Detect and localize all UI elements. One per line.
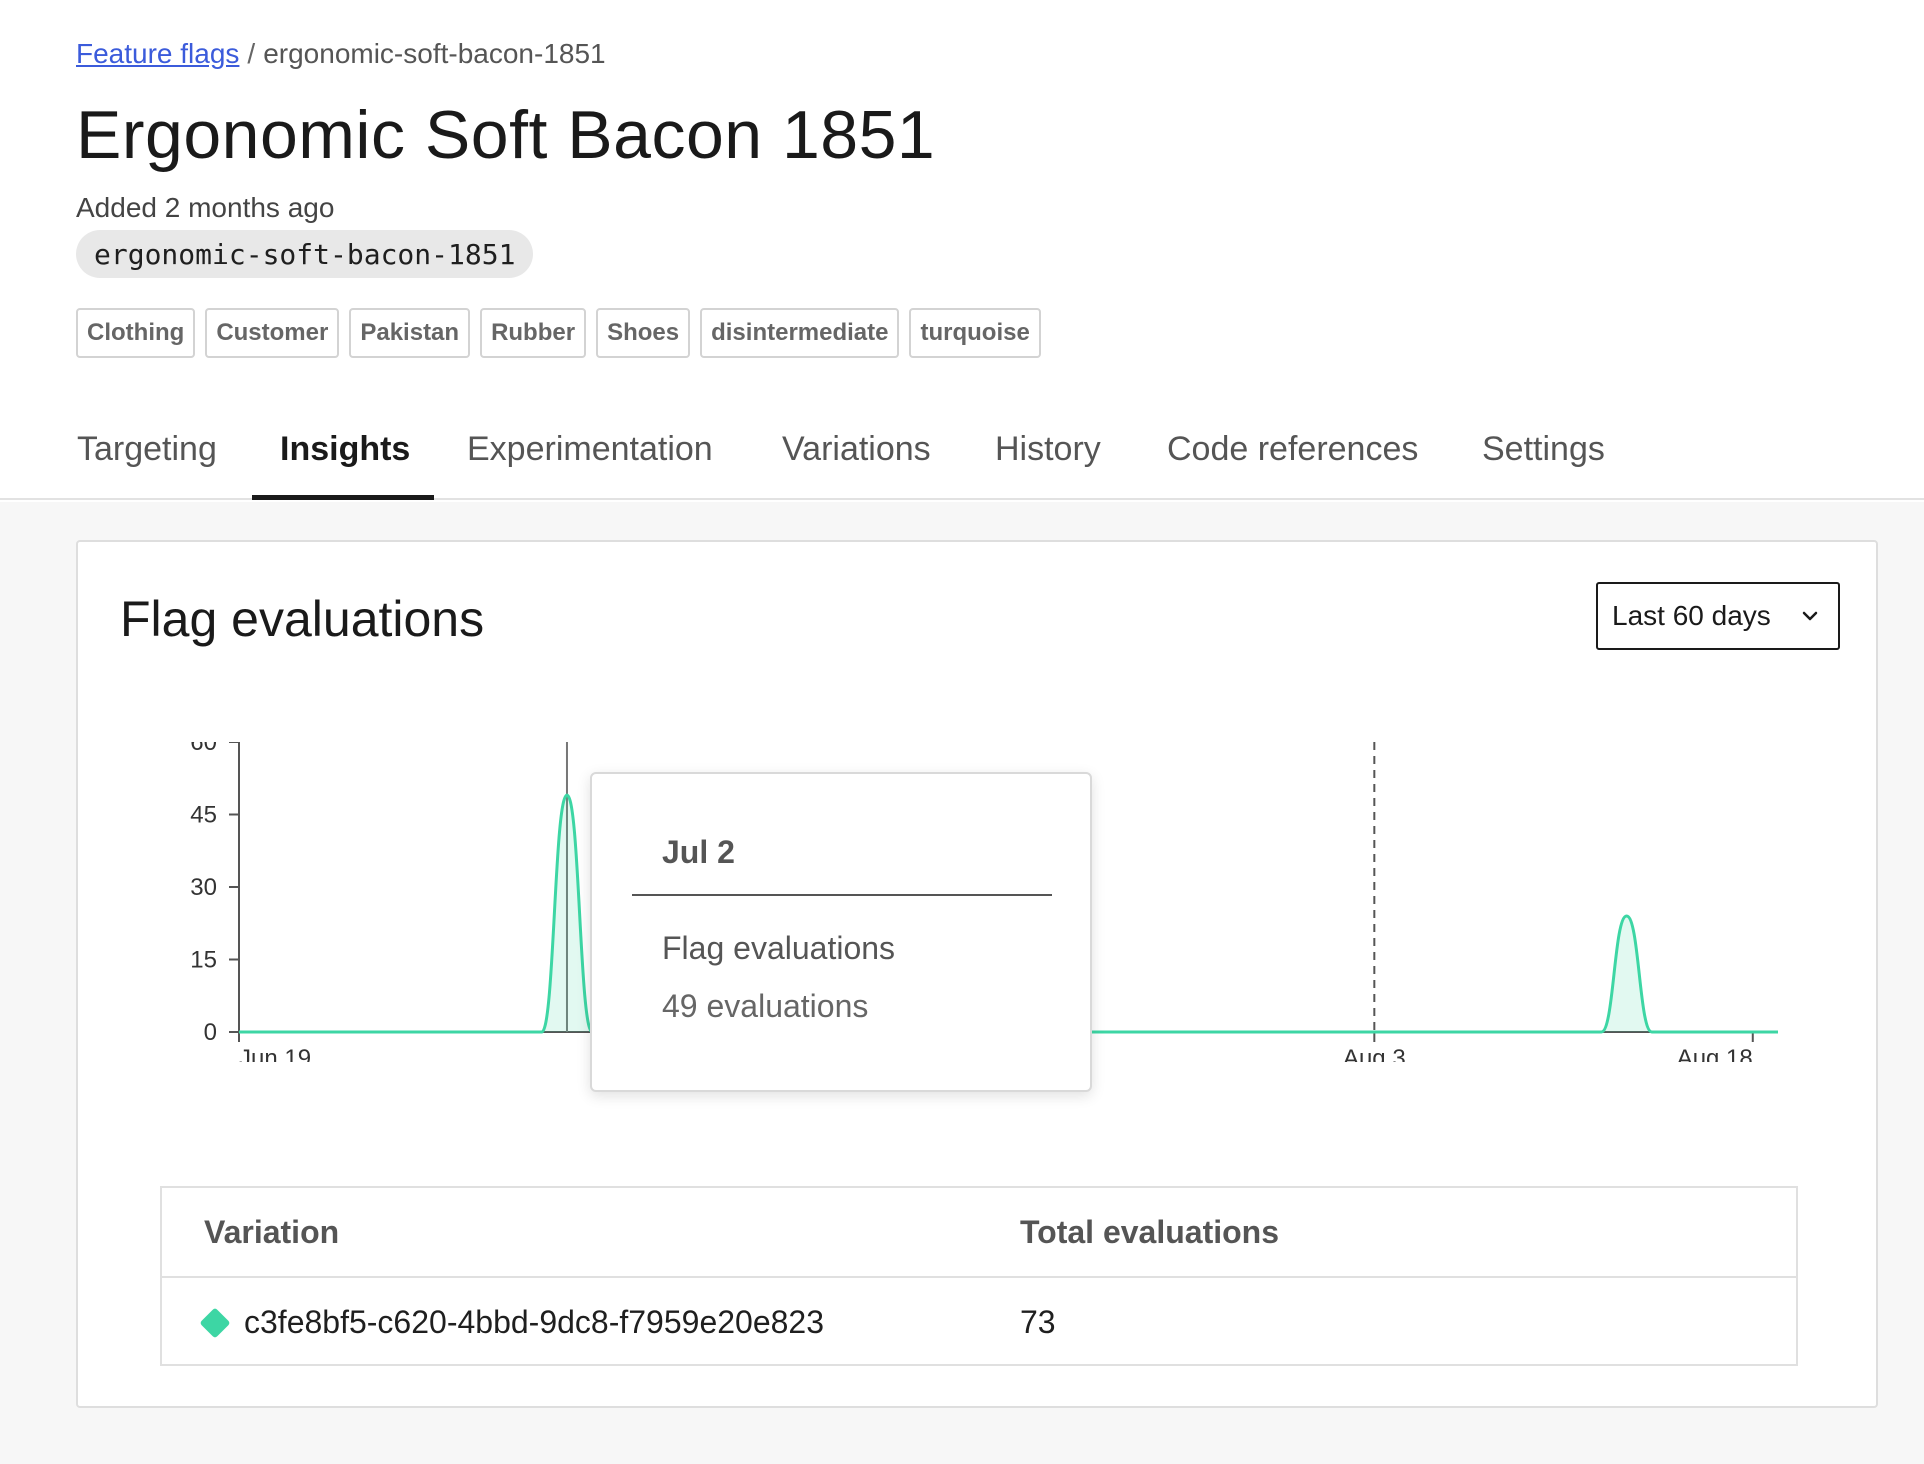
column-header-variation: Variation: [204, 1214, 340, 1250]
added-date: Added 2 months ago: [76, 192, 335, 223]
tooltip-divider: [632, 894, 1052, 896]
flag-key-pill[interactable]: ergonomic-soft-bacon-1851: [76, 230, 534, 278]
active-tab-indicator: [252, 495, 434, 500]
variation-total: 73: [1020, 1304, 1056, 1340]
tag[interactable]: disintermediate: [700, 308, 900, 358]
column-header-total: Total evaluations: [1020, 1214, 1280, 1250]
tab-variations[interactable]: Variations: [782, 430, 931, 469]
breadcrumb-current: ergonomic-soft-bacon-1851: [263, 38, 606, 69]
breadcrumb: Feature flags / ergonomic-soft-bacon-1851: [76, 38, 606, 70]
tab-bar: Targeting Insights Experimentation Varia…: [0, 420, 1924, 500]
variation-value: c3fe8bf5-c620-4bbd-9dc8-f7959e20e823: [244, 1304, 825, 1340]
tag[interactable]: Pakistan: [349, 308, 471, 358]
y-tick-label: 0: [204, 1019, 217, 1046]
y-tick-label: 60: [190, 742, 217, 756]
chevron-down-icon: [1802, 611, 1818, 621]
date-range-label: Last 60 days: [1612, 600, 1771, 631]
tooltip-label: Flag evaluations: [662, 930, 896, 966]
x-tick-label: Jun 19: [239, 1045, 311, 1062]
table-row[interactable]: c3fe8bf5-c620-4bbd-9dc8-f7959e20e823 73: [162, 1278, 1796, 1366]
tooltip-value: 49 evaluations: [662, 988, 869, 1024]
tab-settings[interactable]: Settings: [1482, 430, 1605, 469]
insights-content: Flag evaluations Last 60 days 0 15 30 45 60 J…: [0, 502, 1924, 1464]
date-range-dropdown[interactable]: Last 60 days: [1596, 582, 1840, 650]
flag-evaluations-card: Flag evaluations Last 60 days 0 15 30 45 60 J…: [76, 540, 1878, 1408]
chart-tooltip: Jul 2 Flag evaluations 49 evaluations: [590, 772, 1092, 1092]
variations-table: Variation Total evaluations c3fe8bf5-c62…: [160, 1186, 1798, 1366]
variation-color-icon: [199, 1307, 231, 1339]
breadcrumb-link-feature-flags[interactable]: Feature flags: [76, 38, 239, 69]
tab-experimentation[interactable]: Experimentation: [467, 430, 713, 469]
tag[interactable]: Shoes: [596, 308, 691, 358]
table-header: Variation Total evaluations: [162, 1188, 1796, 1278]
tag[interactable]: Customer: [205, 308, 340, 358]
y-tick-label: 45: [190, 802, 217, 829]
tab-insights[interactable]: Insights: [280, 430, 410, 469]
x-tick-label: Aug 3: [1343, 1045, 1406, 1062]
tag[interactable]: Clothing: [76, 308, 196, 358]
y-tick-label: 15: [190, 947, 217, 974]
tab-history[interactable]: History: [995, 430, 1101, 469]
tag[interactable]: turquoise: [909, 308, 1041, 358]
x-tick-label: Aug 18: [1677, 1045, 1753, 1062]
page-title: Ergonomic Soft Bacon 1851: [76, 97, 936, 173]
tag-list: Clothing Customer Pakistan Rubber Shoes …: [76, 308, 1041, 358]
tooltip-date: Jul 2: [662, 834, 735, 870]
card-title: Flag evaluations: [120, 591, 485, 647]
tab-targeting[interactable]: Targeting: [77, 430, 217, 469]
tag[interactable]: Rubber: [480, 308, 587, 358]
y-tick-label: 30: [190, 874, 217, 901]
breadcrumb-separator: /: [247, 38, 256, 69]
flag-header: Feature flags / ergonomic-soft-bacon-1851 …: [0, 0, 1924, 500]
tab-code-references[interactable]: Code references: [1167, 430, 1418, 469]
